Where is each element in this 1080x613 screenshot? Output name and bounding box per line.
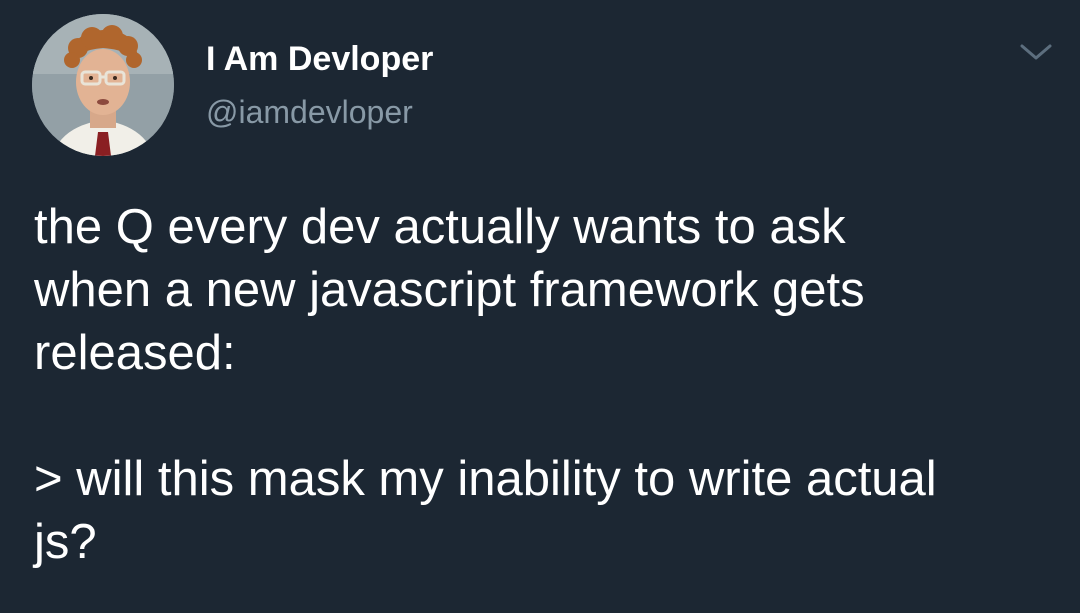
tweet-menu-button[interactable] [1016, 38, 1056, 68]
tweet-text: the Q every dev actually wants to ask wh… [34, 200, 937, 569]
tweet-card: I Am Devloper @iamdevloper the Q every d… [0, 0, 1080, 613]
chevron-down-icon [1020, 44, 1052, 60]
author-avatar[interactable] [32, 14, 174, 156]
author-handle[interactable]: @iamdevloper [206, 94, 413, 131]
author-display-name[interactable]: I Am Devloper [206, 40, 433, 79]
profile-photo-icon [32, 14, 174, 156]
